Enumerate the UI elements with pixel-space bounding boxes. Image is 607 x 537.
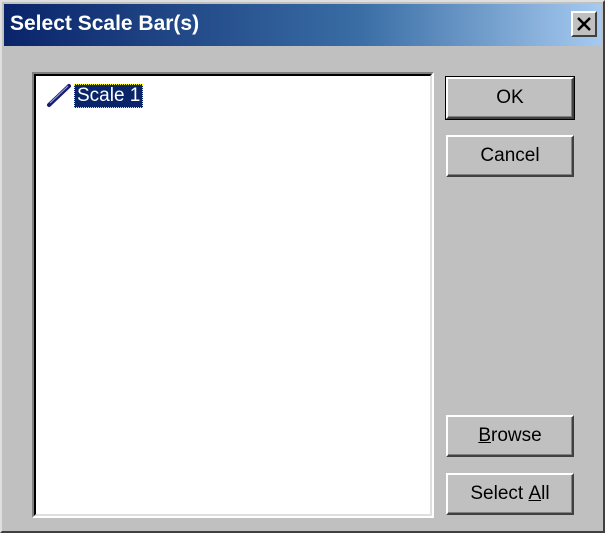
close-icon — [577, 17, 591, 31]
select-scale-bars-dialog: Select Scale Bar(s) Scale 1 OK Cancel Br… — [0, 0, 605, 533]
cancel-button[interactable]: Cancel — [446, 135, 574, 177]
scale-bar-icon — [47, 84, 71, 107]
scale-bar-list[interactable]: Scale 1 — [32, 72, 434, 518]
title-bar[interactable]: Select Scale Bar(s) — [4, 4, 601, 46]
close-button[interactable] — [571, 11, 597, 37]
ok-button[interactable]: OK — [445, 76, 575, 120]
list-item-label: Scale 1 — [74, 84, 144, 108]
browse-button[interactable]: Browse — [446, 415, 574, 457]
select-all-button[interactable]: Select All — [446, 473, 574, 515]
dialog-title: Select Scale Bar(s) — [10, 12, 200, 35]
list-item[interactable]: Scale 1 — [44, 82, 144, 110]
